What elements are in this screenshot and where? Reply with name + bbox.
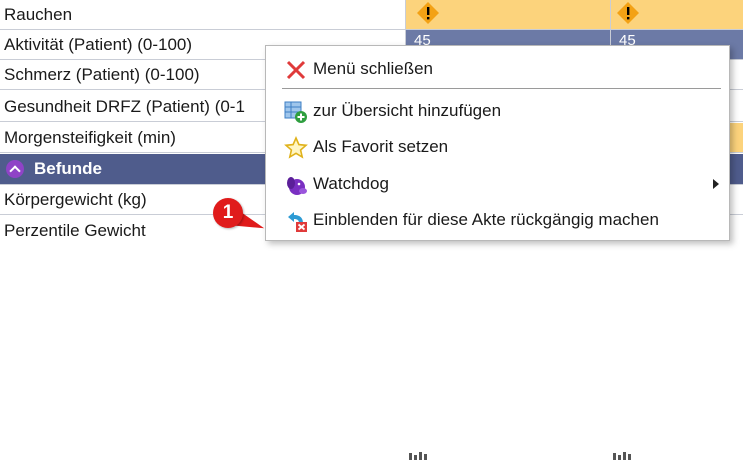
warning-cell[interactable] <box>405 0 610 29</box>
menu-item-close[interactable]: Menü schließen <box>266 52 729 86</box>
menu-item-watchdog[interactable]: Watchdog <box>266 167 729 201</box>
menu-item-label: Einblenden für diese Akte rückgängig mac… <box>313 210 659 229</box>
add-to-overview-icon <box>284 101 307 123</box>
row-label: Aktivität (Patient) (0-100) <box>4 35 193 54</box>
submenu-arrow-icon <box>713 179 719 189</box>
chart-icon <box>409 452 427 460</box>
close-icon <box>286 60 306 80</box>
warning-cell[interactable] <box>610 0 743 29</box>
table-row[interactable]: Rauchen <box>0 0 743 30</box>
row-label: Perzentile Gewicht <box>4 221 146 240</box>
row-label: Morgensteifigkeit (min) <box>4 128 176 147</box>
context-menu: Menü schließen zur Übersicht hinzufügen … <box>265 45 730 241</box>
row-label: Schmerz (Patient) (0-100) <box>4 65 200 84</box>
warning-icon <box>617 2 639 24</box>
row-label: Körpergewicht (kg) <box>4 190 147 209</box>
star-icon <box>284 136 308 159</box>
section-label: Befunde <box>34 159 102 178</box>
watchdog-icon <box>287 177 307 195</box>
warning-cell[interactable] <box>728 123 743 152</box>
menu-item-label: Als Favorit setzen <box>313 137 449 156</box>
chart-icon <box>613 452 631 460</box>
menu-item-label: Menü schließen <box>313 59 434 78</box>
warning-icon <box>417 2 439 24</box>
menu-separator <box>282 88 721 89</box>
collapse-icon[interactable] <box>6 160 24 178</box>
menu-item-add-to-overview[interactable]: zur Übersicht hinzufügen <box>266 94 729 128</box>
menu-item-label: Watchdog <box>313 174 389 193</box>
menu-item-undo-show[interactable]: Einblenden für diese Akte rückgängig mac… <box>266 203 729 237</box>
annotation-badge: 1 <box>213 198 243 228</box>
undo-show-icon <box>288 212 307 232</box>
menu-item-favorite[interactable]: Als Favorit setzen <box>266 130 729 164</box>
row-label: Gesundheit DRFZ (Patient) (0-1 <box>4 97 245 116</box>
row-label: Rauchen <box>4 5 73 24</box>
menu-item-label: zur Übersicht hinzufügen <box>313 101 502 120</box>
